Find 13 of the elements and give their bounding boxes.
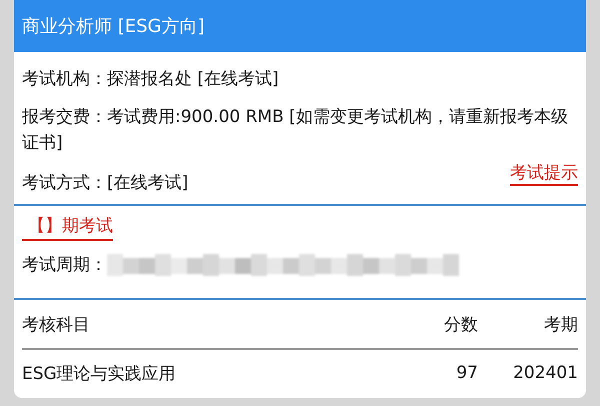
- detail-text: 报考交费：考试费用:900.00 RMB [如需变更考试机构，请重新报考本级证书]: [22, 106, 569, 155]
- table-cell-text: ESG理论与实践应用: [22, 362, 177, 384]
- section-title: 【】期考试: [22, 212, 113, 241]
- table-cell-text: 97: [455, 363, 478, 383]
- detail-text: 考试方式：[在线考试]: [22, 172, 188, 195]
- column-header: 分数: [443, 314, 478, 336]
- column-header: 考核科目: [22, 314, 91, 336]
- exam-tip-link[interactable]: 考试提示: [510, 162, 578, 186]
- table-cell-text: 202401: [512, 363, 578, 383]
- detail-text: 考试机构：探潜报名处 [在线考试]: [22, 68, 279, 91]
- column-header: 考期: [543, 314, 578, 336]
- period-label: 考试周期：: [22, 254, 107, 276]
- course-title: 商业分析师 [ESG方向]: [22, 15, 205, 38]
